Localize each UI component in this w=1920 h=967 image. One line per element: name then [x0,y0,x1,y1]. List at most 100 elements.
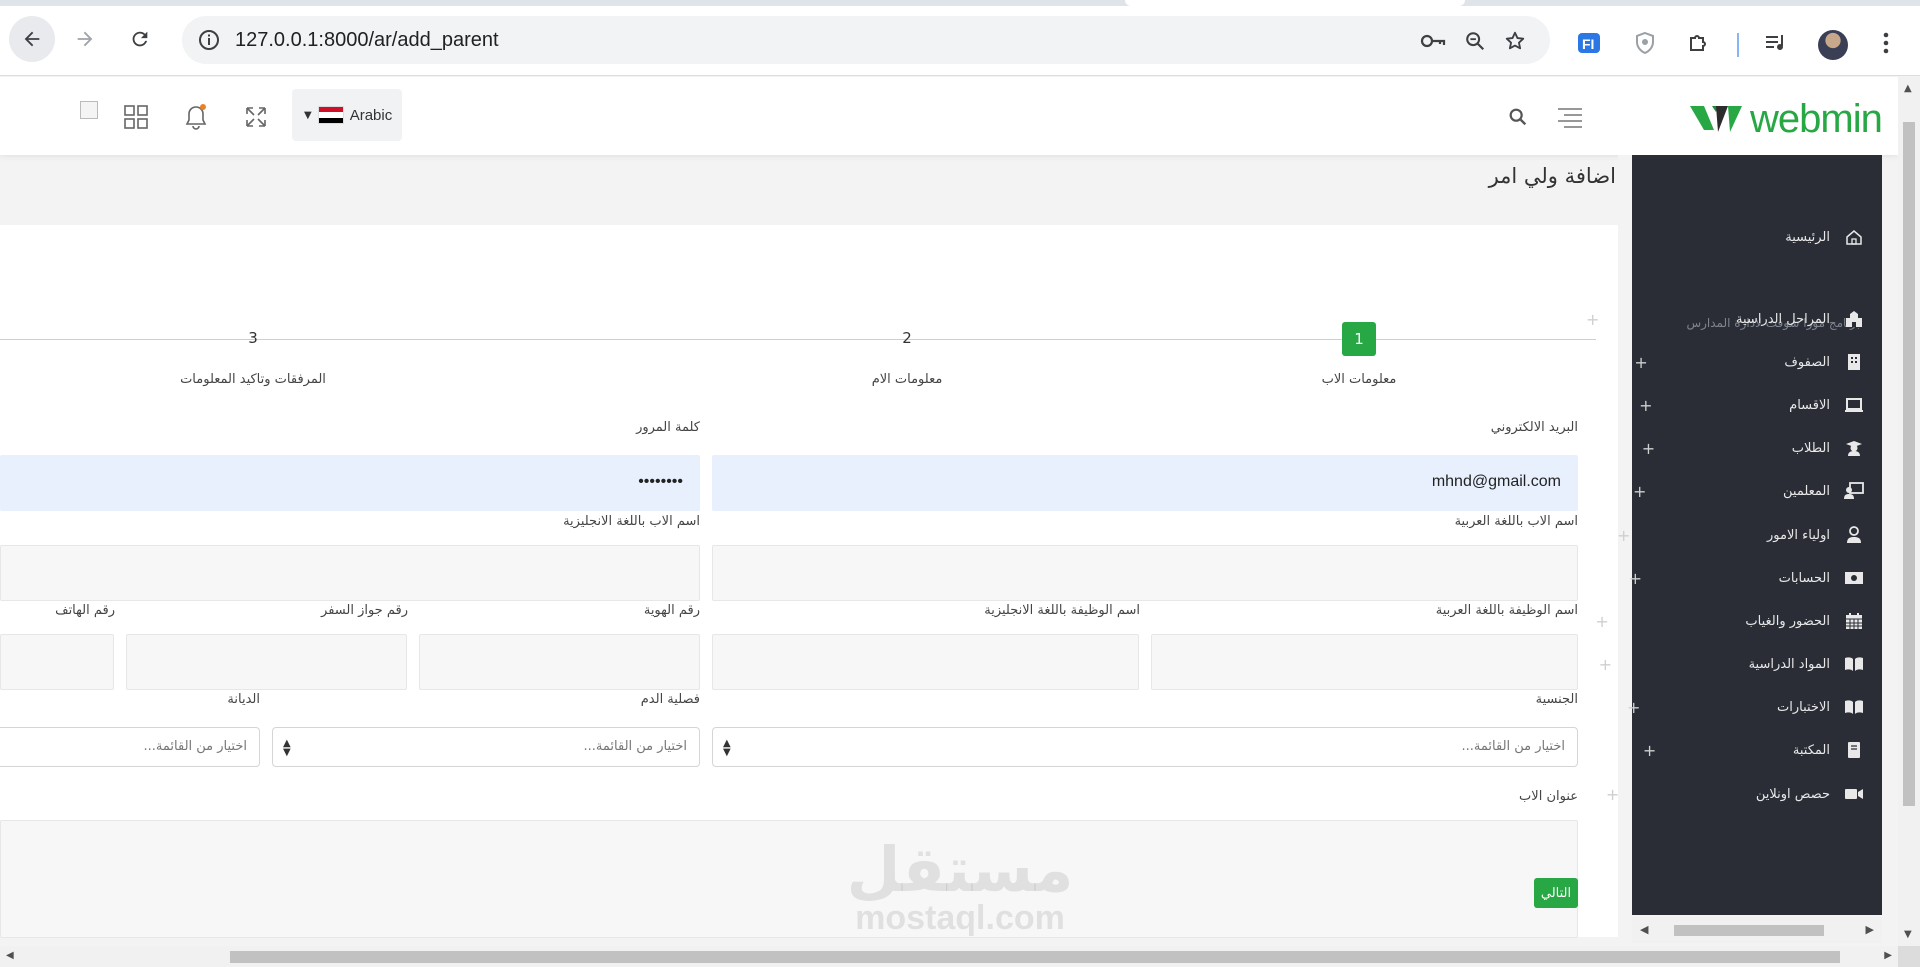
key-icon[interactable] [1420,28,1446,54]
zoom-icon[interactable] [1462,28,1488,54]
expand-icon[interactable]: + [1599,655,1612,674]
sidebar-item-label: الاختبارات [1777,699,1830,715]
sidebar-item-subjects[interactable]: + المواد الدراسية [1599,652,1864,676]
extension-f-icon[interactable]: FI [1575,29,1603,57]
step-2-label[interactable]: معلومات الام [872,372,943,387]
media-controls-icon[interactable] [1762,29,1790,57]
scrollbar-thumb[interactable] [1903,122,1915,806]
next-button[interactable]: التالي [1534,878,1578,908]
sidebar-item-exams[interactable]: + الاختبارات [1627,695,1864,719]
email-field[interactable]: mhnd@gmail.com [712,455,1578,511]
user-image-placeholder[interactable] [80,101,98,119]
scroll-right-icon[interactable]: ▶ [1884,950,1892,961]
sidebar-item-sections[interactable]: + الاقسام [1639,393,1864,417]
expand-icon[interactable]: + [1627,698,1640,717]
apps-grid-icon[interactable] [122,103,150,131]
scrollbar-thumb[interactable] [1674,925,1824,936]
back-button[interactable] [9,16,55,62]
job-ar-field[interactable] [1151,634,1578,690]
expand-icon[interactable]: + [1642,439,1655,458]
laptop-icon [1844,395,1864,415]
expand-icon[interactable]: + [1634,353,1647,372]
url-text[interactable]: 127.0.0.1:8000/ar/add_parent [235,29,499,52]
forward-button[interactable] [62,16,108,62]
name-en-field[interactable] [0,545,700,601]
sidebar-item-parents[interactable]: + اولياء الامور [1617,523,1864,547]
id-number-label: رقم الهوية [643,603,700,618]
job-en-label: اسم الوظيفة باللغة الانجليزية [984,603,1140,618]
star-icon[interactable] [1502,28,1528,54]
search-icon[interactable] [1504,103,1532,131]
webmin-logo[interactable]: webmin [1690,99,1883,139]
sidebar-item-label: الحضور والغياب [1745,613,1830,629]
menu-toggle-icon[interactable] [1556,103,1584,131]
job-ar-label: اسم الوظيفة باللغة العربية [1435,603,1578,618]
address-textarea[interactable] [0,820,1578,938]
svg-text:FI: FI [1582,36,1594,52]
sidebar-item-label: الاقسام [1789,397,1830,413]
logo-mark [1690,106,1742,132]
vertical-scrollbar[interactable]: ▲ ▼ [1898,77,1920,946]
job-en-field[interactable] [712,634,1139,690]
sidebar-item-accounts[interactable]: + الحسابات [1629,566,1864,590]
scroll-down-icon[interactable]: ▼ [1904,929,1912,940]
nationality-select[interactable]: اختيار من القائمة... ▲ ▼ [712,727,1578,767]
scroll-left-icon[interactable]: ◀ [1640,923,1648,936]
sort-icon: ▲ ▼ [283,738,291,758]
sidebar-horizontal-scrollbar[interactable]: ◀ ▶ [1632,917,1882,943]
blood-type-select[interactable]: اختيار من القائمة... ▲ ▼ [272,727,700,767]
shield-icon[interactable] [1631,29,1659,57]
toolbar-separator [1737,33,1739,57]
scrollbar-thumb[interactable] [230,951,1840,963]
sidebar-item-teachers[interactable]: + المعلمين [1633,479,1864,503]
nationality-placeholder: اختيار من القائمة... [1461,739,1565,754]
scroll-up-icon[interactable]: ▲ [1904,83,1912,94]
religion-select[interactable]: اختيار من القائمة... [0,727,260,767]
expand-icon[interactable]: + [1629,569,1642,588]
email-label: البريد الالكتروني [1490,420,1578,435]
expand-icon[interactable]: + [1639,396,1652,415]
fullscreen-icon[interactable] [242,103,270,131]
sidebar-item-library[interactable]: + المكتبة [1643,738,1864,762]
language-dropdown[interactable]: ▼ Arabic [292,89,402,141]
scroll-left-icon[interactable]: ◀ [6,950,14,961]
phone-field[interactable] [0,634,114,690]
sidebar-item-stages[interactable]: + المراحل الدراسية [1586,307,1864,331]
puzzle-icon[interactable] [1685,29,1713,57]
expand-icon[interactable]: + [1595,612,1608,631]
expand-icon[interactable]: + [1586,310,1599,329]
step-3-label[interactable]: المرفقات وتاكيد المعلومات [180,372,326,387]
site-info-icon[interactable] [197,28,221,56]
sidebar-item-online-classes[interactable]: + حصص اونلاين [1606,782,1864,806]
reload-button[interactable] [117,16,163,62]
sidebar-item-label: حصص اونلاين [1755,786,1830,802]
expand-icon[interactable]: + [1633,482,1646,501]
wizard-card: 1 معلومات الاب 2 معلومات الام 3 المرفقات… [0,225,1618,938]
step-1-label[interactable]: معلومات الاب [1322,372,1397,387]
profile-avatar[interactable] [1818,30,1848,60]
passport-field[interactable] [126,634,407,690]
sidebar-item-home[interactable]: الرئيسية [1785,225,1864,249]
id-number-field[interactable] [419,634,700,690]
menu-kebab-icon[interactable] [1872,29,1900,57]
password-field[interactable]: •••••••• [0,455,700,511]
sidebar-item-attendance[interactable]: + الحضور والغياب [1595,609,1864,633]
sidebar-item-classes[interactable]: + الصفوف [1634,350,1864,374]
bell-icon[interactable] [182,103,210,131]
step-3-number[interactable]: 3 [236,329,270,347]
step-1-number[interactable]: 1 [1342,322,1376,356]
scroll-right-icon[interactable]: ▶ [1866,923,1874,936]
horizontal-scrollbar[interactable]: ◀ ▶ [0,946,1898,967]
address-label: عنوان الاب [1519,789,1578,804]
expand-icon[interactable]: + [1643,741,1656,760]
building-icon [1844,352,1864,372]
name-ar-field[interactable] [712,545,1578,601]
sidebar-item-students[interactable]: + الطلاب [1642,436,1864,460]
expand-icon[interactable]: + [1617,526,1630,545]
address-bar[interactable]: 127.0.0.1:8000/ar/add_parent [182,16,1550,64]
book-open-icon [1844,697,1864,717]
nationality-label: الجنسية [1535,692,1578,707]
step-2-number[interactable]: 2 [890,329,924,347]
sidebar-item-label: الطلاب [1791,440,1830,456]
expand-icon[interactable]: + [1606,785,1619,804]
